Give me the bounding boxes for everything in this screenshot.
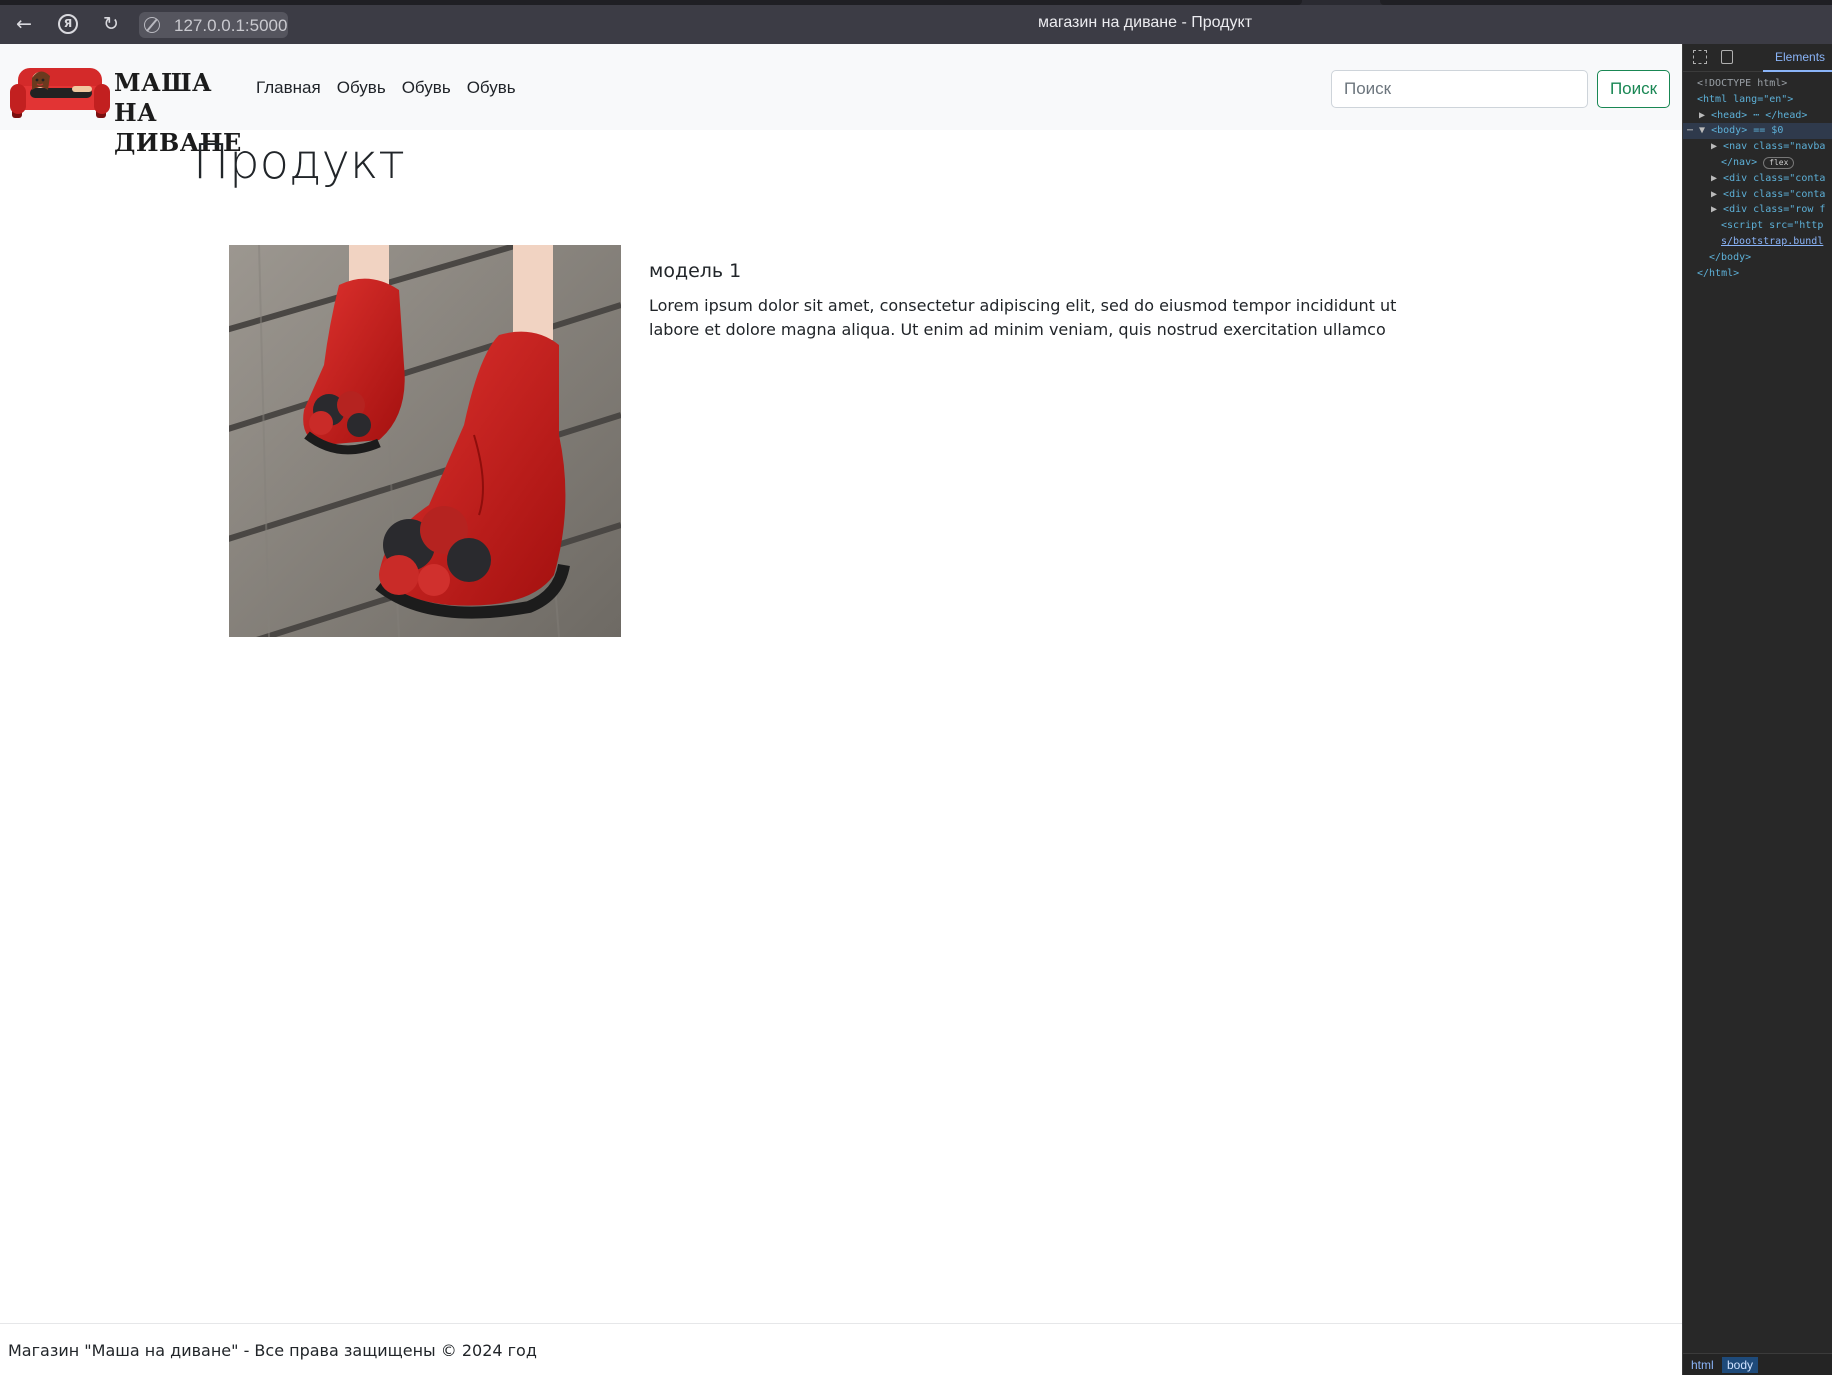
reload-icon[interactable]: ↻ — [98, 11, 124, 37]
dom-node[interactable]: ▶ <div class="row f — [1683, 202, 1832, 218]
devtools-toolbar: Elements — [1683, 44, 1832, 72]
flex-badge[interactable]: flex — [1763, 156, 1795, 169]
dom-node-text: <html lang="en"> — [1697, 93, 1794, 105]
address-bar[interactable]: 127.0.0.1:5000 — [139, 12, 288, 38]
dom-node[interactable]: ▶ <nav class="navba — [1683, 139, 1832, 155]
dom-node-text: <div class="conta — [1723, 172, 1826, 184]
dom-node-text: <script src="http — [1721, 220, 1824, 232]
devtools-panel: Elements <!DOCTYPE html> <html lang="en"… — [1682, 44, 1832, 1375]
breadcrumb-html[interactable]: html — [1686, 1357, 1719, 1373]
dom-node-selected[interactable]: ⋯ ▼ <body> == $0 — [1683, 123, 1832, 140]
dom-node[interactable]: ▶ <div class="conta — [1683, 187, 1832, 203]
inspect-element-icon[interactable] — [1693, 50, 1707, 64]
navbar: МАША НА ДИВАНЕ Главная Обувь Обувь Обувь… — [0, 44, 1682, 157]
yandex-logo-icon[interactable]: Я — [58, 14, 78, 34]
dom-node-text: <!DOCTYPE html> — [1697, 78, 1788, 89]
dom-node-text: <nav class="navba — [1723, 141, 1826, 153]
address-url[interactable]: 127.0.0.1:5000 — [174, 16, 287, 36]
search-button[interactable]: Поиск — [1597, 70, 1670, 108]
dom-node[interactable]: <script src="http — [1683, 218, 1832, 234]
footer-copyright: Магазин "Маша на диване" - Все права защ… — [8, 1341, 537, 1360]
dom-node-text: <div class="conta — [1723, 188, 1826, 200]
dom-node-text: </html> — [1697, 267, 1740, 279]
dom-node[interactable]: <html lang="en"> — [1683, 92, 1832, 108]
dom-node[interactable]: s/bootstrap.bundl — [1683, 234, 1832, 250]
nav-link-shoes-1[interactable]: Обувь — [337, 78, 386, 98]
dom-node-text: </nav> — [1721, 156, 1758, 168]
product-name: модель 1 — [649, 260, 742, 282]
window-title: магазин на диване - Продукт — [1037, 14, 1253, 31]
dom-node[interactable]: ▶ <div class="conta — [1683, 171, 1832, 187]
device-toggle-icon[interactable] — [1721, 50, 1733, 64]
breadcrumb-body[interactable]: body — [1722, 1357, 1759, 1373]
dom-node[interactable]: </nav> flex — [1683, 155, 1832, 171]
dom-node-text: </body> — [1709, 251, 1752, 263]
active-tab-indicator[interactable] — [0, 0, 1302, 5]
dom-node-text: <head> ⋯ </head> — [1711, 109, 1808, 121]
product-image — [229, 245, 621, 637]
red-shoes-photo — [229, 245, 621, 637]
browser-toolbar: ← Я ↻ 127.0.0.1:5000 магазин на диване -… — [0, 0, 1832, 44]
nav-link-shoes-2[interactable]: Обувь — [402, 78, 451, 98]
script-src-link[interactable]: s/bootstrap.bundl — [1721, 236, 1823, 247]
nav-links: Главная Обувь Обувь Обувь — [256, 78, 516, 98]
dom-node[interactable]: <!DOCTYPE html> — [1683, 76, 1832, 92]
nav-link-home[interactable]: Главная — [256, 78, 321, 98]
web-page: МАША НА ДИВАНЕ Главная Обувь Обувь Обувь… — [0, 44, 1682, 1375]
inactive-tab-indicator[interactable] — [1380, 0, 1832, 5]
page-title: Продукт — [193, 134, 405, 190]
dom-node[interactable]: ▶ <head> ⋯ </head> — [1683, 108, 1832, 124]
brand-logo[interactable]: МАША НА ДИВАНЕ — [10, 58, 241, 157]
dom-tree: <!DOCTYPE html> <html lang="en"> ▶ <head… — [1683, 76, 1832, 281]
dom-node-text: <body> == $0 — [1711, 125, 1784, 137]
search-input[interactable] — [1331, 70, 1588, 108]
dom-node-text: <div class="row f — [1723, 204, 1826, 216]
sofa-logo-icon — [10, 68, 110, 118]
tab-strip — [0, 0, 1832, 5]
nav-link-shoes-3[interactable]: Обувь — [467, 78, 516, 98]
site-info-icon[interactable] — [144, 17, 160, 33]
tab-elements[interactable]: Elements — [1763, 44, 1832, 72]
brand-name-line1: МАША НА — [114, 68, 213, 127]
devtools-breadcrumb: html body — [1683, 1353, 1832, 1375]
footer-divider — [0, 1323, 1682, 1324]
product-description: Lorem ipsum dolor sit amet, consectetur … — [649, 296, 1397, 339]
dom-node[interactable]: </html> — [1683, 266, 1832, 282]
back-arrow-icon[interactable]: ← — [11, 11, 37, 37]
dom-node[interactable]: </body> — [1683, 250, 1832, 266]
